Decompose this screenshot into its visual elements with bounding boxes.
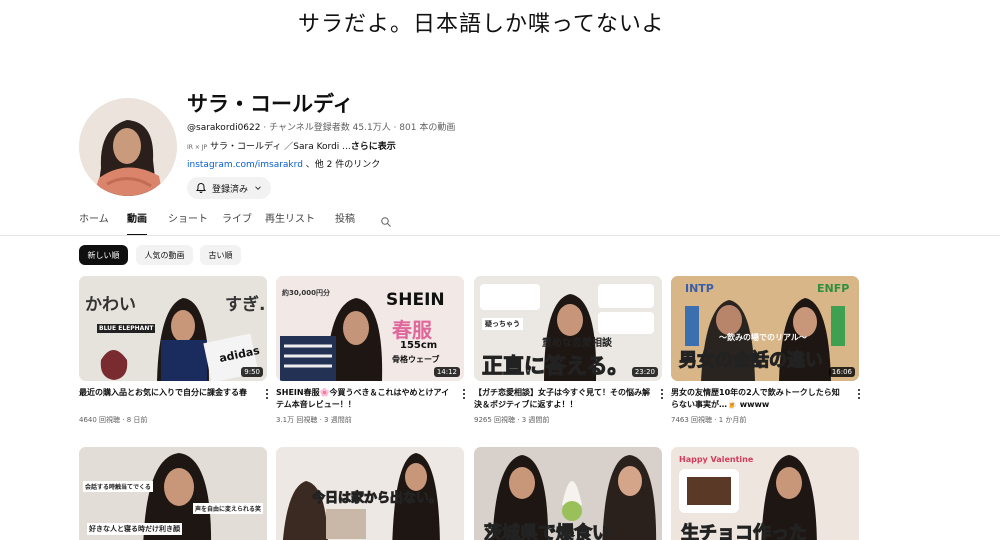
description-flags: IR × JP: [187, 144, 208, 151]
thumb-text: INTP: [685, 282, 714, 295]
thumb-text: SHEIN: [386, 290, 445, 310]
thumb-text: すぎ..: [225, 295, 267, 315]
channel-description[interactable]: IR × JP サラ・コールディ ／Sara Kordi ...さらに表示: [187, 139, 396, 152]
video-thumbnail[interactable]: INTP ENFP 〜飲みの場でのリアル〜 男女の会話の違い 16:06: [671, 276, 859, 381]
more-options-icon[interactable]: [263, 388, 271, 402]
thumb-text: かわい: [85, 295, 136, 315]
thumb-text: 会話する時触当てでくる: [83, 481, 153, 492]
video-thumbnail[interactable]: Happy Valentine 生チョコ作った: [671, 447, 859, 540]
channel-meta: @sarakordi0622 ‧ チャンネル登録者数 45.1万人 ‧ 801 …: [187, 120, 455, 133]
video-thumbnail[interactable]: かわい すぎ.. BLUE ELEPHANT adidas 9:50: [79, 276, 267, 381]
subscribed-label: 登録済み: [212, 184, 249, 195]
video-card[interactable]: 今日は家から出ない。: [276, 447, 464, 540]
channel-banner: サラだよ。日本語しか喋ってないよ: [0, 0, 1000, 70]
video-duration: 16:06: [828, 367, 855, 377]
thumb-text: 好きな人と寝る時だけ利き顔: [87, 523, 182, 535]
video-title[interactable]: SHEIN春服🌸今買うべき＆これはやめとけアイテム本音レビュー！！: [276, 387, 452, 411]
more-options-icon[interactable]: [855, 388, 863, 402]
thumb-text: 骨格ウェーブ: [392, 355, 440, 364]
chip-popular[interactable]: 人気の動画: [136, 245, 193, 265]
video-meta: 7463 回視聴 ‧ 1 か月前: [671, 416, 747, 424]
video-card[interactable]: 茨城県で爆食い: [474, 447, 662, 540]
chip-newest[interactable]: 新しい順: [79, 245, 128, 265]
video-card[interactable]: かわい すぎ.. BLUE ELEPHANT adidas 9:50 最近の購入…: [79, 276, 268, 424]
description-text: サラ・コールディ ／Sara Kordi ...: [207, 142, 351, 152]
channel-search-icon[interactable]: [380, 213, 392, 232]
video-duration: 9:50: [241, 367, 263, 377]
video-title[interactable]: 最近の購入品とお気に入りで自分に課金する春: [79, 387, 255, 399]
tab-videos[interactable]: 動画: [127, 210, 147, 236]
video-card[interactable]: SHEIN 春服 155cm 骨格ウェーブ 約30,000円分 14:12 SH…: [276, 276, 465, 424]
video-thumbnail[interactable]: 重めな恋愛相談 正直に答える。 疑っちゃう 23:20: [474, 276, 662, 381]
video-meta: 3.1万 回視聴 ‧ 3 週間前: [276, 416, 352, 424]
video-duration: 14:12: [433, 367, 460, 377]
thumb-text: ENFP: [817, 282, 850, 295]
more-options-icon[interactable]: [460, 388, 468, 402]
subscribed-button[interactable]: 登録済み: [187, 177, 271, 199]
video-thumbnail[interactable]: 茨城県で爆食い: [474, 447, 662, 540]
thumb-text: 声を自由に変えられる笑: [193, 503, 264, 514]
thumb-text: 正直に答える。: [481, 354, 629, 379]
video-meta: 9265 回視聴 ‧ 3 週間前: [474, 416, 550, 424]
video-duration: 23:20: [631, 367, 658, 377]
video-thumbnail[interactable]: 会話する時触当てでくる 声を自由に変えられる笑 好きな人と寝る時だけ利き顔: [79, 447, 267, 540]
video-thumbnail[interactable]: 今日は家から出ない。: [276, 447, 464, 540]
video-title[interactable]: 【ガチ恋愛相談】女子は今すぐ見て！その悩み解決＆ポジティブに返すよ！！: [474, 387, 650, 411]
video-card[interactable]: INTP ENFP 〜飲みの場でのリアル〜 男女の会話の違い 16:06 男女の…: [671, 276, 860, 424]
channel-name: サラ・コールディ: [187, 92, 354, 116]
tab-shorts[interactable]: ショート: [168, 210, 208, 236]
video-card[interactable]: 重めな恋愛相談 正直に答える。 疑っちゃう 23:20 【ガチ恋愛相談】女子は今…: [474, 276, 663, 424]
channel-stats: ‧ チャンネル登録者数 45.1万人 ‧ 801 本の動画: [260, 123, 456, 133]
thumb-text: 重めな恋愛相談: [542, 338, 612, 349]
instagram-link[interactable]: instagram.com/imsarakrd: [187, 160, 303, 170]
tabs-divider: [0, 235, 1000, 236]
channel-avatar[interactable]: [79, 98, 177, 196]
tab-playlists[interactable]: 再生リスト: [265, 210, 315, 236]
channel-links: instagram.com/imsarakrd 、他 2 件のリンク: [187, 157, 380, 170]
video-card[interactable]: Happy Valentine 生チョコ作った: [671, 447, 859, 540]
tab-home[interactable]: ホーム: [79, 210, 109, 236]
channel-handle: @sarakordi0622: [187, 123, 261, 133]
banner-text: サラだよ。日本語しか喋ってないよ: [298, 12, 665, 37]
video-meta: 4640 回視聴 ‧ 8 日前: [79, 416, 148, 424]
thumb-text: 155cm: [400, 340, 438, 351]
show-more-link[interactable]: さらに表示: [351, 142, 396, 152]
thumb-text: 生チョコ作った: [681, 523, 808, 540]
thumb-text: 約30,000円分: [282, 289, 331, 297]
thumb-text: 〜飲みの場でのリアル〜: [719, 333, 807, 342]
chip-oldest[interactable]: 古い順: [200, 245, 241, 265]
video-thumbnail[interactable]: SHEIN 春服 155cm 骨格ウェーブ 約30,000円分 14:12: [276, 276, 464, 381]
chevron-down-icon: [255, 186, 261, 190]
thumb-text: Happy Valentine: [679, 455, 754, 464]
thumb-text: 今日は家から出ない。: [311, 491, 443, 507]
tab-live[interactable]: ライブ: [222, 210, 252, 236]
thumb-text: 茨城県で爆食い: [484, 523, 611, 540]
video-title[interactable]: 男女の友情歴10年の2人で飲みトークしたら知らない事実が…🍺 wwww: [671, 387, 847, 411]
thumb-text: BLUE ELEPHANT: [97, 324, 156, 333]
bell-icon: [196, 182, 206, 193]
thumb-text: 疑っちゃう: [482, 318, 523, 330]
other-links-link[interactable]: 、他 2 件のリンク: [303, 160, 380, 170]
more-options-icon[interactable]: [658, 388, 666, 402]
thumb-text: 男女の会話の違い: [679, 350, 824, 372]
thumb-text: 春服: [392, 318, 432, 342]
tab-posts[interactable]: 投稿: [335, 210, 355, 236]
video-card[interactable]: 会話する時触当てでくる 声を自由に変えられる笑 好きな人と寝る時だけ利き顔: [79, 447, 267, 540]
